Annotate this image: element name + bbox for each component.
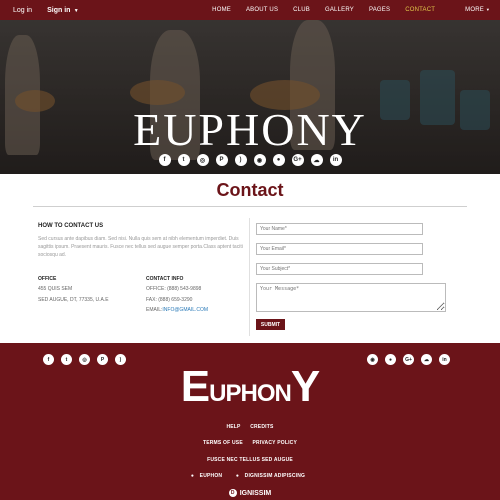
facebook-icon[interactable]: f xyxy=(158,154,171,166)
hero-title: EUPHONY xyxy=(133,104,367,155)
dribbble-icon[interactable]: ◉ xyxy=(253,154,266,166)
email-input[interactable] xyxy=(256,243,423,255)
footer-links-row1: HELP CREDITS xyxy=(0,424,500,430)
signin-label: Sign in xyxy=(47,6,71,14)
euphon-link[interactable]: ● EUPHON xyxy=(191,473,226,479)
credits-link[interactable]: CREDITS xyxy=(250,424,273,430)
hero-social-icons: f t ◎ P ) ◉ ● G+ ☁ in xyxy=(0,154,500,166)
chevron-down-icon: ▼ xyxy=(72,7,79,14)
cloud-icon[interactable]: ☁ xyxy=(310,154,323,166)
contact-info-heading: CONTACT INFO xyxy=(146,276,184,282)
email-label: EMAIL: xyxy=(146,307,163,313)
footer-logo-mid: UPHON xyxy=(209,380,292,407)
subject-input[interactable] xyxy=(256,263,423,275)
help-link[interactable]: HELP xyxy=(226,424,240,430)
dignissim-link[interactable]: ● DIGNISSIM ADIPISCING xyxy=(236,473,309,479)
fusce-link[interactable]: FUSCE NEC TELLUS SED AUGUE xyxy=(207,457,293,463)
google-plus-icon[interactable]: G+ xyxy=(291,154,304,166)
brand-name: IGNISSIM xyxy=(239,489,272,497)
nav-club[interactable]: CLUB xyxy=(293,7,310,13)
rss-icon[interactable]: ) xyxy=(234,154,247,166)
top-bar: Log in Sign in ▼ HOME ABOUT US CLUB GALL… xyxy=(0,0,500,20)
footer-links-row2: TERMS OF USE PRIVACY POLICY xyxy=(0,440,500,446)
how-to-contact-text: Sed cursus ante dapibus diam. Sed nisi. … xyxy=(38,236,243,258)
nav-pages[interactable]: PAGES xyxy=(369,7,390,13)
footer-links-row3: FUSCE NEC TELLUS SED AUGUE xyxy=(0,457,500,463)
nav-more-label: MORE xyxy=(465,7,484,13)
office-phone: OFFICE: (888) 543-9898 xyxy=(146,286,202,292)
footer-brand: D IGNISSIM xyxy=(0,489,500,497)
brand-icon: D xyxy=(228,489,237,497)
title-divider xyxy=(33,206,467,207)
hero-banner: EUPHONY xyxy=(0,20,500,174)
how-to-contact-heading: HOW TO CONTACT US xyxy=(38,223,104,229)
main-nav: HOME ABOUT US CLUB GALLERY PAGES CONTACT… xyxy=(197,0,490,20)
privacy-link[interactable]: PRIVACY POLICY xyxy=(252,440,297,446)
nav-home[interactable]: HOME xyxy=(212,7,231,13)
name-input[interactable] xyxy=(256,223,423,235)
footer-logo-e: E xyxy=(180,362,210,411)
nav-gallery[interactable]: GALLERY xyxy=(325,7,354,13)
page-title: Contact xyxy=(216,180,284,200)
footer-links-row4: ● EUPHON ● DIGNISSIM ADIPISCING xyxy=(0,473,500,479)
linkedin-icon[interactable]: in xyxy=(329,154,342,166)
footer-logo-y: Y xyxy=(290,362,320,411)
signin-link[interactable]: Sign in ▼ xyxy=(47,7,79,14)
email-link[interactable]: INFO@GMAIL.COM xyxy=(162,307,208,313)
column-divider xyxy=(249,218,250,336)
email-line: EMAIL:INFO@GMAIL.COM xyxy=(146,307,208,313)
footer-logo: EUPHONY xyxy=(0,362,500,412)
terms-link[interactable]: TERMS OF USE xyxy=(203,440,243,446)
pinterest-icon[interactable]: P xyxy=(215,154,228,166)
submit-button[interactable]: SUBMIT xyxy=(256,319,285,330)
office-address-line2: SED AUGUE, DT, 77335, U.A.E xyxy=(38,297,109,303)
euphon-label: EUPHON xyxy=(199,473,223,479)
office-heading: OFFICE xyxy=(38,276,57,282)
instagram-icon[interactable]: ◎ xyxy=(196,154,209,166)
apple-icon[interactable]: ● xyxy=(272,154,285,166)
login-link[interactable]: Log in xyxy=(13,7,32,14)
chevron-down-icon: ▼ xyxy=(485,7,490,12)
fax-number: FAX: (888) 659-3290 xyxy=(146,297,193,303)
twitter-icon[interactable]: t xyxy=(177,154,190,166)
nav-about-us[interactable]: ABOUT US xyxy=(246,7,278,13)
message-textarea[interactable] xyxy=(256,283,446,312)
dignissim-label: DIGNISSIM ADIPISCING xyxy=(244,473,306,479)
nav-more[interactable]: MORE ▼ xyxy=(450,7,490,13)
office-address-line1: 455 QUIS SEM xyxy=(38,286,73,292)
nav-contact[interactable]: CONTACT xyxy=(405,7,435,13)
